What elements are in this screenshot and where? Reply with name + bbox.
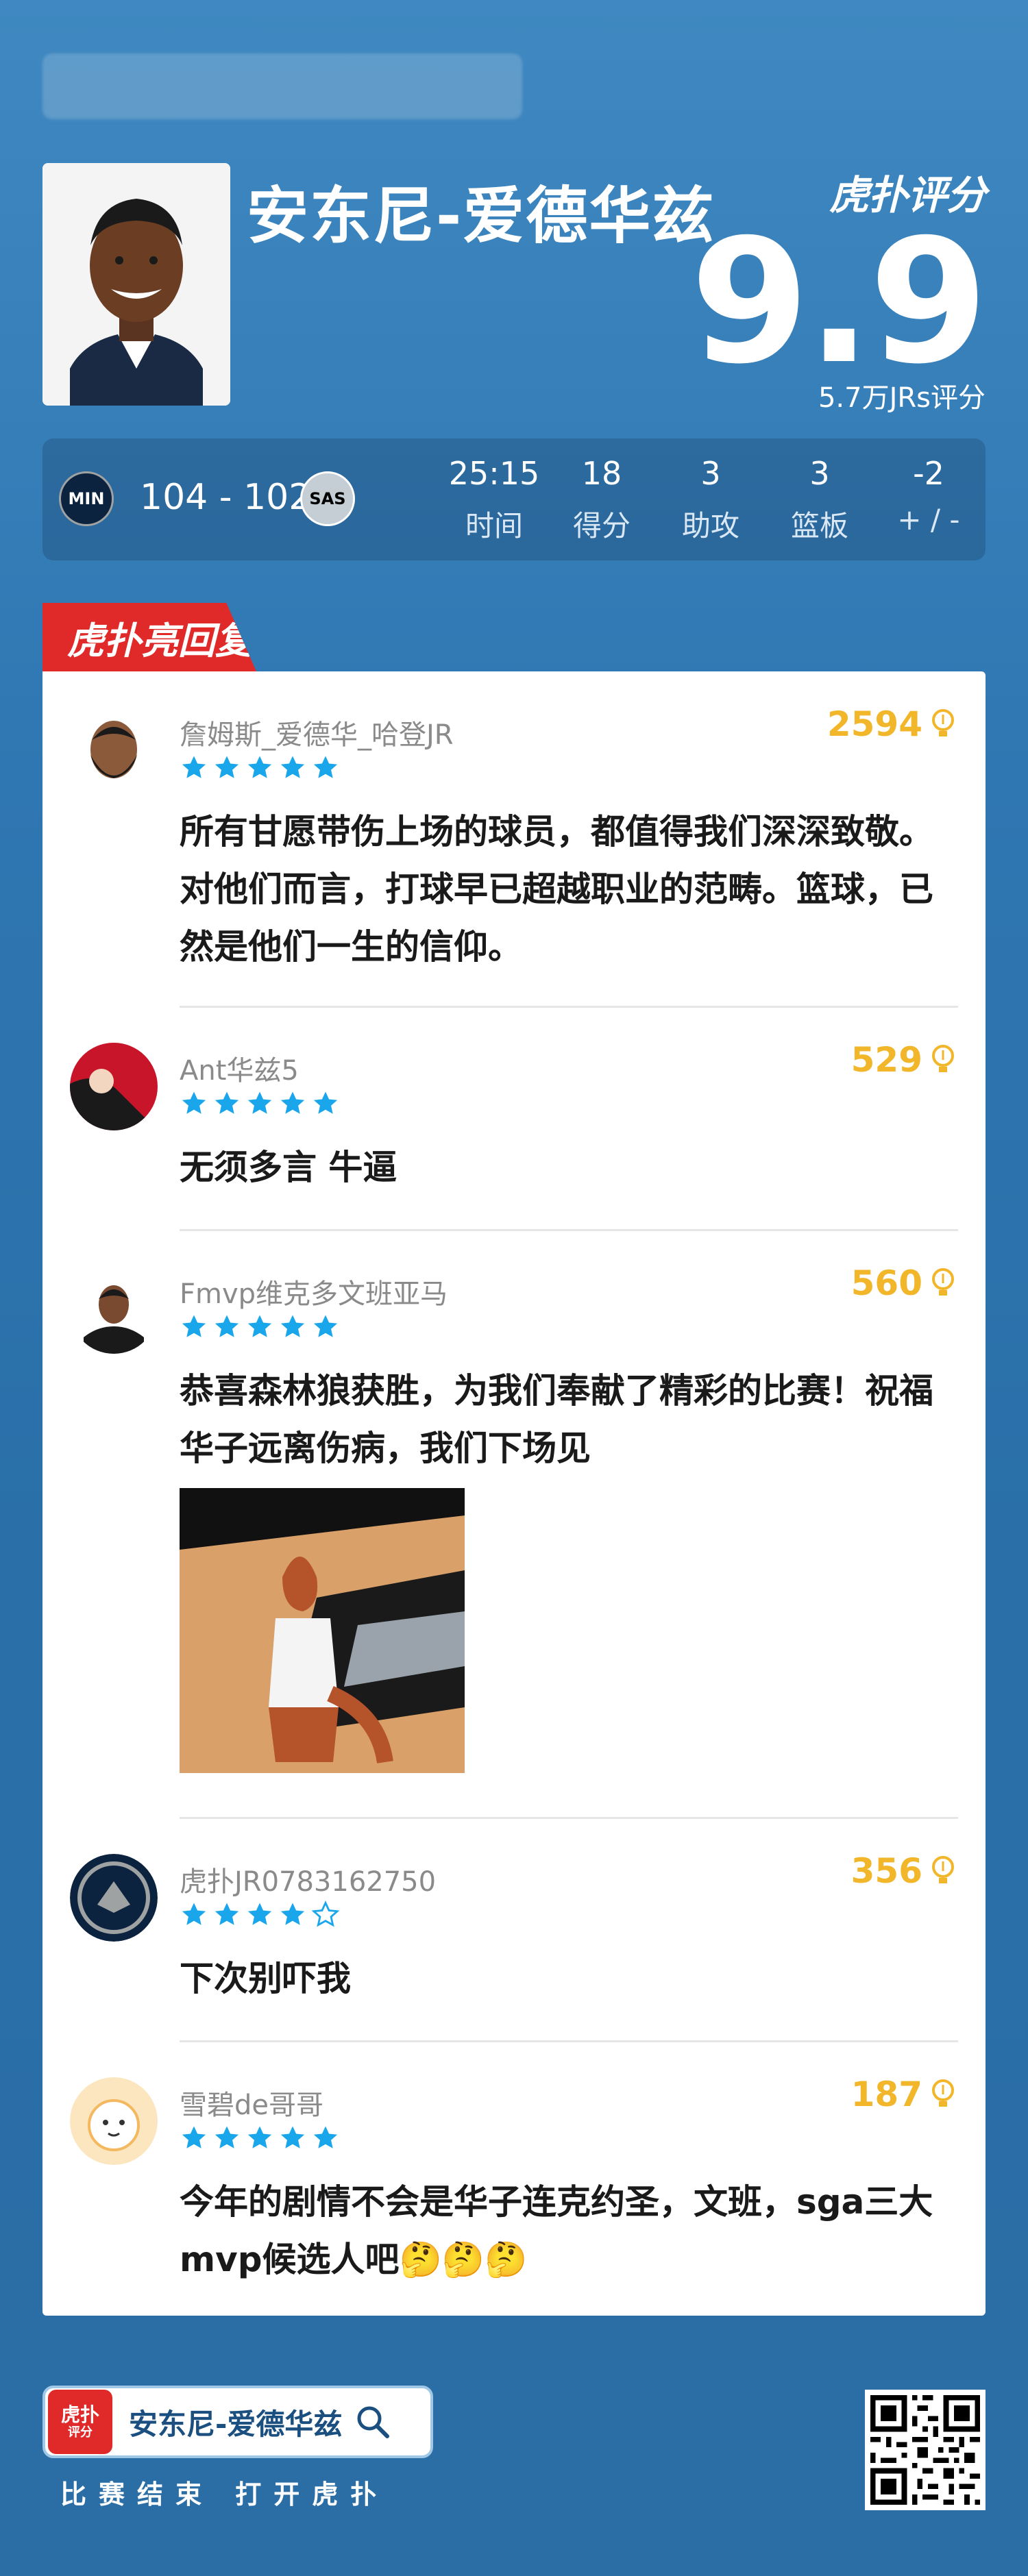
comment-text: 下次别吓我 xyxy=(180,1959,351,1998)
stat-plus-minus: -2 + / - xyxy=(897,455,960,536)
star-icon xyxy=(182,1315,206,1337)
comment-username[interactable]: 雪碧de哥哥 xyxy=(180,2083,323,2122)
star-icon xyxy=(182,1091,206,1114)
lightbulb-icon xyxy=(932,1045,954,1072)
user-avatar[interactable] xyxy=(70,707,158,795)
star-icon xyxy=(215,1315,239,1337)
star-rating xyxy=(180,1900,340,1929)
star-icon xyxy=(280,2126,305,2148)
search-pill[interactable]: 虎扑 评分 安东尼-爱德华兹 xyxy=(42,2386,433,2458)
star-icon xyxy=(247,2126,272,2148)
lightbulb-icon xyxy=(932,1268,954,1296)
star-icon xyxy=(313,1091,338,1114)
comment-text: 恭喜森林狼获胜，为我们奉献了精彩的比赛！祝福华子远离伤病，我们下场见 xyxy=(180,1371,933,1468)
star-icon xyxy=(280,1091,305,1114)
comment-username[interactable]: 詹姆斯_爱德华_哈登JR xyxy=(180,713,454,752)
game-score: 104 - 102 xyxy=(140,477,312,518)
player-photo xyxy=(42,163,230,406)
like-count[interactable]: 2594 xyxy=(827,704,957,744)
min-team-logo-icon: MIN xyxy=(59,471,114,526)
search-text: 安东尼-爱德华兹 xyxy=(129,2407,343,2441)
star-icon xyxy=(313,2126,338,2148)
like-count[interactable]: 529 xyxy=(851,1040,957,1080)
star-icon xyxy=(247,1091,272,1114)
search-icon[interactable] xyxy=(354,2403,391,2440)
comment-text: 无须多言 牛逼 xyxy=(180,1148,397,1187)
star-rating xyxy=(180,1313,340,1341)
comment-text: 所有甘愿带伤上场的球员，都值得我们深深致敬。 对他们而言，打球早已超越职业的范畴… xyxy=(180,812,933,967)
sas-team-logo-icon: SAS xyxy=(300,471,355,526)
star-icon xyxy=(215,1903,239,1925)
star-icon xyxy=(215,2126,239,2148)
star-icon xyxy=(182,1903,206,1925)
rating-count: 5.7万JRs评分 xyxy=(818,382,986,414)
star-icon xyxy=(182,2126,206,2148)
star-icon xyxy=(280,1315,305,1337)
star-rating xyxy=(180,2124,340,2153)
comment-username[interactable]: 虎扑JR0783162750 xyxy=(180,1859,436,1899)
comment-username[interactable]: Ant华兹5 xyxy=(180,1048,299,1088)
star-icon xyxy=(313,756,338,778)
lightbulb-icon xyxy=(932,709,954,736)
star-rating xyxy=(180,1089,340,1118)
user-avatar[interactable] xyxy=(70,2077,158,2165)
stat-points: 18 得分 xyxy=(572,455,631,543)
stat-assists: 3 助攻 xyxy=(681,455,739,543)
star-icon xyxy=(247,756,272,778)
star-icon xyxy=(215,756,239,778)
user-avatar[interactable] xyxy=(70,1854,158,1942)
user-avatar[interactable] xyxy=(70,1043,158,1130)
comment-divider xyxy=(180,1006,958,1008)
hupu-logo: 虎扑 评分 xyxy=(48,2390,112,2454)
star-icon xyxy=(247,1903,272,1925)
star-icon xyxy=(311,1900,340,1927)
star-icon xyxy=(247,1315,272,1337)
lightbulb-icon xyxy=(932,1856,954,1883)
player-name: 安东尼-爱德华兹 xyxy=(247,180,715,252)
star-icon xyxy=(280,756,305,778)
qr-code[interactable] xyxy=(865,2390,986,2510)
comment-text: 今年的剧情不会是华子连克约圣，文班，sga三大mvp候选人吧🤔🤔🤔 xyxy=(180,2182,933,2279)
star-icon xyxy=(182,756,206,778)
stat-minutes: 25:15 时间 xyxy=(448,455,540,543)
user-avatar[interactable] xyxy=(70,1266,158,1354)
like-count[interactable]: 560 xyxy=(851,1263,957,1303)
stat-rebounds: 3 篮板 xyxy=(790,455,848,543)
game-stats-bar: MIN 104 - 102 SAS 25:15 时间 18 得分 3 助攻 3 篮板 -… xyxy=(42,438,986,560)
like-count[interactable]: 356 xyxy=(851,1851,957,1891)
blurred-top-bar xyxy=(42,53,522,119)
comment-divider xyxy=(180,1229,958,1231)
rating-score: 9.9 xyxy=(690,202,988,401)
comment-divider xyxy=(180,2040,958,2042)
lightbulb-icon xyxy=(932,2079,954,2107)
like-count[interactable]: 187 xyxy=(851,2075,957,2114)
hot-replies-tag: 虎扑亮回复 xyxy=(42,603,256,671)
comments-panel: 詹姆斯_爱德华_哈登JR 2594 所有甘愿带伤上场的球员，都值得我们深深致敬。… xyxy=(42,671,986,2316)
star-icon xyxy=(313,1315,338,1337)
comment-username[interactable]: Fmvp维克多文班亚马 xyxy=(180,1272,448,1311)
star-rating xyxy=(180,754,340,782)
footer-caption: 比赛结束 打开虎扑 xyxy=(60,2479,389,2510)
comment-image-mascot[interactable] xyxy=(180,1488,465,1773)
star-icon xyxy=(280,1903,305,1925)
player-header: 安东尼-爱德华兹 虎扑评分 9.9 5.7万JRs评分 xyxy=(42,163,988,414)
comment-divider xyxy=(180,1817,958,1819)
star-icon xyxy=(215,1091,239,1114)
